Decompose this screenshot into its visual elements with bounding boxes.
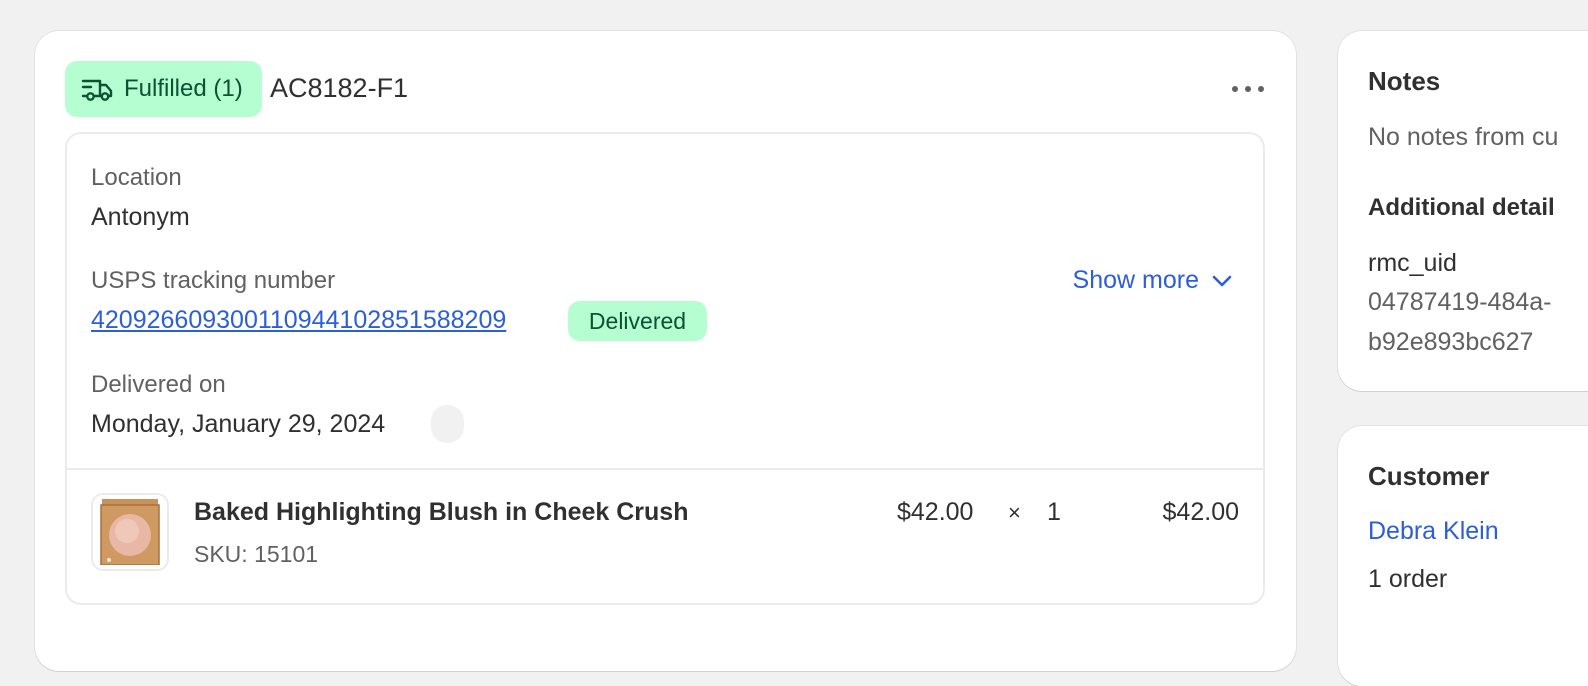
tracking-number-link[interactable]: 420926609300110944102851588209 bbox=[91, 306, 506, 335]
dot-icon bbox=[1245, 86, 1251, 92]
chevron-down-icon bbox=[1212, 275, 1232, 286]
notes-title: Notes bbox=[1368, 66, 1441, 96]
customer-orders[interactable]: 1 order bbox=[1368, 565, 1447, 594]
attribute-key: rmc_uid bbox=[1368, 249, 1457, 277]
product-thumbnail[interactable] bbox=[91, 493, 169, 571]
customer-name-link[interactable]: Debra Klein bbox=[1368, 517, 1499, 546]
fulfillment-header: Fulfilled (1) AC8182-F1 bbox=[65, 61, 1266, 117]
divider bbox=[67, 468, 1263, 470]
multiply-sign: × bbox=[1008, 500, 1021, 525]
attribute-value-line2: b92e893bc627 bbox=[1368, 328, 1534, 356]
unit-price: $42.00 bbox=[897, 498, 974, 526]
customer-card: Customer Debra Klein 1 order bbox=[1338, 426, 1588, 686]
product-image-icon bbox=[100, 499, 160, 565]
location-value: Antonym bbox=[91, 203, 190, 231]
product-sku: SKU: 15101 bbox=[194, 541, 319, 567]
line-total: $42.00 bbox=[1162, 498, 1239, 526]
dot-icon bbox=[1258, 86, 1264, 92]
dot-icon bbox=[1232, 86, 1238, 92]
attribute-value-line1: 04787419-484a- bbox=[1368, 288, 1552, 316]
delivery-truck-icon bbox=[81, 79, 113, 101]
notes-card: Notes No notes from cu Additional detail… bbox=[1338, 31, 1588, 391]
fulfillment-details-panel: Location Antonym USPS tracking number 42… bbox=[65, 132, 1265, 605]
fulfillment-id: AC8182-F1 bbox=[270, 73, 409, 103]
show-more-label: Show more bbox=[1072, 266, 1199, 294]
notes-text: No notes from cu bbox=[1368, 123, 1559, 151]
show-more-button[interactable]: Show more bbox=[1073, 266, 1233, 295]
additional-details-title: Additional detail bbox=[1368, 194, 1555, 221]
fulfilled-status-label: Fulfilled (1) bbox=[124, 75, 243, 102]
fulfillment-card: Fulfilled (1) AC8182-F1 Location Antonym… bbox=[35, 31, 1296, 671]
customer-title: Customer bbox=[1368, 461, 1490, 491]
delivered-on-label: Delivered on bbox=[91, 371, 226, 398]
delivered-on-value: Monday, January 29, 2024 bbox=[91, 410, 386, 438]
product-name[interactable]: Baked Highlighting Blush in Cheek Crush bbox=[194, 498, 688, 527]
fulfilled-status-badge: Fulfilled (1) bbox=[65, 61, 262, 117]
quantity: 1 bbox=[1047, 498, 1061, 526]
location-label: Location bbox=[91, 164, 182, 191]
tracking-label: USPS tracking number bbox=[91, 267, 336, 294]
more-actions-button[interactable] bbox=[1230, 79, 1266, 99]
loading-placeholder bbox=[431, 405, 464, 443]
delivered-status-badge: Delivered bbox=[568, 301, 707, 341]
